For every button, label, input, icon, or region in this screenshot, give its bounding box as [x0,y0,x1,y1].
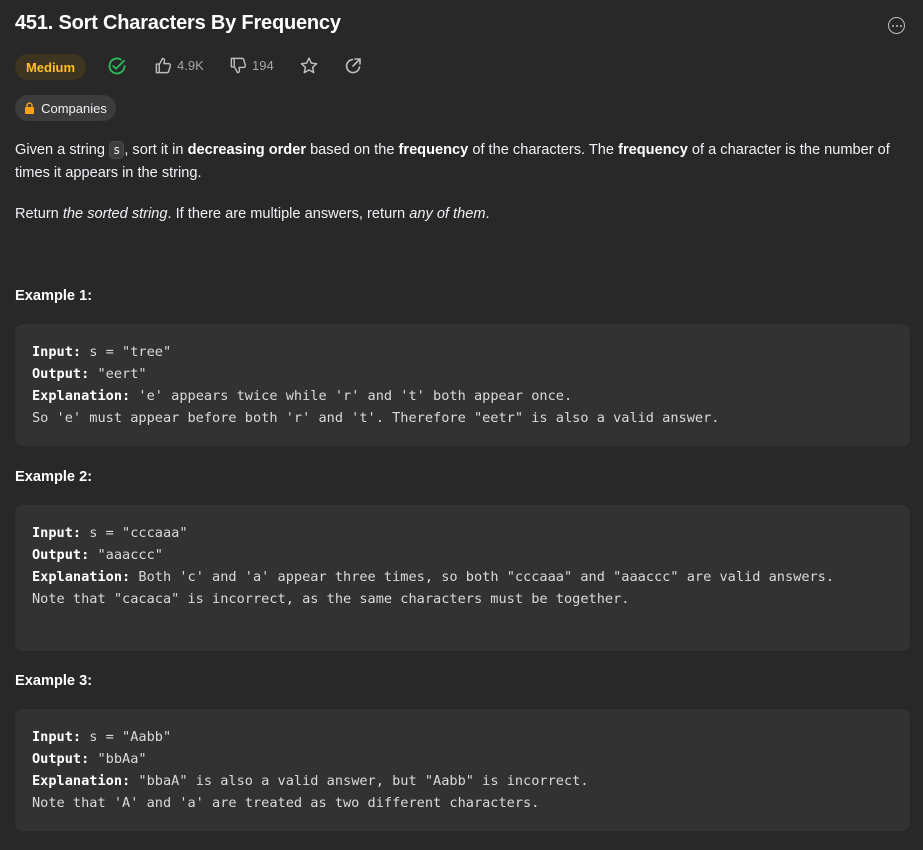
example-1-output: "eert" [89,366,147,382]
text-segment: , sort it in [124,142,188,158]
italic-text: the sorted string [62,206,168,222]
explanation-label: Explanation: [32,388,131,404]
text-segment: . [485,206,490,222]
thumbs-down-icon [230,57,247,74]
input-label: Input: [32,729,82,745]
example-1-title: Example 1: [15,288,93,304]
example-2-output: "aaaccc" [89,547,163,563]
bold-text: frequency [398,142,469,158]
bold-text: decreasing order [187,142,307,158]
inline-code: s [109,141,125,159]
problem-title: 451. Sort Characters By Frequency [15,12,341,34]
text-segment: based on the [306,142,399,158]
italic-text: any of them [409,206,486,222]
example-3-output: "bbAa" [89,751,147,767]
input-label: Input: [32,525,82,541]
text-segment: . If there are multiple answers, return [167,206,410,222]
problem-description-panel: 451. Sort Characters By Frequency Medium… [0,0,923,850]
explanation-label: Explanation: [32,773,131,789]
dislike-count: 194 [252,58,274,73]
lock-icon [25,102,35,114]
example-2-explanation: Both 'c' and 'a' appear three times, so … [32,569,835,607]
example-3-input: s = "Aabb" [81,729,172,745]
difficulty-badge: Medium [15,54,86,80]
example-3-title: Example 3: [15,673,93,689]
output-label: Output: [32,751,90,767]
output-label: Output: [32,547,90,563]
companies-label: Companies [41,100,107,116]
star-icon[interactable] [299,56,319,76]
description-paragraph-1: Given a string s, sort it in decreasing … [15,139,910,185]
example-3-block: Input: s = "Aabb" Output: "bbAa" Explana… [15,709,910,831]
dislike-button[interactable]: 194 [229,56,274,75]
output-label: Output: [32,366,90,382]
example-1-input: s = "tree" [81,344,172,360]
example-1-explanation: 'e' appears twice while 'r' and 't' both… [32,388,720,426]
input-label: Input: [32,344,82,360]
text-segment: Return [15,206,63,222]
explanation-label: Explanation: [32,569,131,585]
example-2-title: Example 2: [15,469,93,485]
like-button[interactable]: 4.9K [154,56,204,75]
more-options-icon[interactable] [888,17,905,34]
share-icon[interactable] [343,56,363,76]
companies-tag[interactable]: Companies [15,95,116,121]
like-count: 4.9K [177,58,204,73]
example-2-input: s = "cccaaa" [81,525,188,541]
text-segment: of the characters. The [468,142,619,158]
bold-text: frequency [618,142,688,158]
description-paragraph-2: Return the sorted string. If there are m… [15,203,910,226]
text-segment: Given a string [15,142,110,158]
example-2-block: Input: s = "cccaaa" Output: "aaaccc" Exp… [15,505,910,651]
thumbs-up-icon [155,57,172,74]
example-1-block: Input: s = "tree" Output: "eert" Explana… [15,324,910,446]
solved-check-icon [107,56,127,76]
